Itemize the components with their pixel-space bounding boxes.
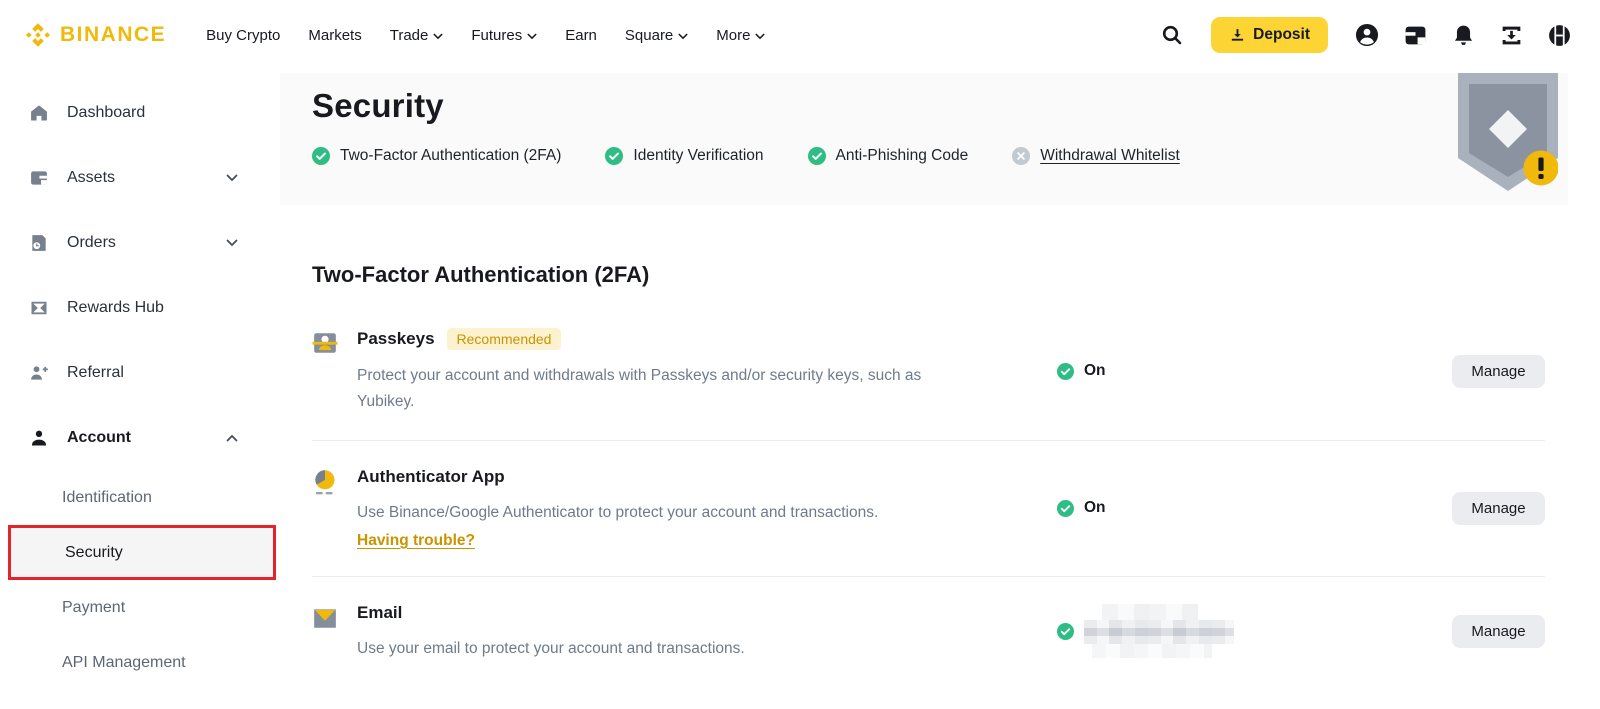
sidebar: Dashboard Assets Orders Rewards Hub Refe… [0, 70, 276, 709]
chevron-down-icon [226, 174, 238, 182]
app-download-icon[interactable] [1494, 18, 1528, 52]
redacted-email-value [1084, 603, 1234, 658]
nav-trade[interactable]: Trade [376, 17, 458, 54]
main-content: Security Two-Factor Authentication (2FA)… [272, 70, 1600, 709]
chevron-down-icon [678, 33, 688, 40]
nav-futures[interactable]: Futures [457, 17, 551, 54]
manage-email-button[interactable]: Manage [1452, 615, 1545, 649]
check-circle-icon [1057, 623, 1074, 641]
sidebar-item-assets[interactable]: Assets [0, 145, 272, 210]
section-heading: Two-Factor Authentication (2FA) [312, 262, 650, 287]
chevron-down-icon [527, 33, 537, 40]
wallet-icon[interactable] [1398, 18, 1432, 52]
search-icon[interactable] [1155, 18, 1189, 52]
row-title: Email [357, 602, 403, 622]
chevron-down-icon [433, 33, 443, 40]
referral-icon [28, 362, 50, 384]
recommended-badge: Recommended [446, 328, 562, 350]
sidebar-item-rewards-hub[interactable]: Rewards Hub [0, 275, 272, 340]
orders-icon [28, 232, 50, 254]
sidebar-item-identification[interactable]: Identification [0, 470, 272, 525]
status-identity-verification[interactable]: Identity Verification [605, 147, 764, 165]
row-description: Use your email to protect your account a… [357, 639, 745, 657]
row-status [1057, 603, 1445, 658]
row-description: Protect your account and withdrawals wit… [357, 367, 922, 410]
row-passkeys: Passkeys Recommended Protect your accoun… [312, 302, 1545, 442]
row-authenticator-app: Authenticator App Use Binance/Google Aut… [312, 441, 1545, 577]
manage-authenticator-button[interactable]: Manage [1452, 491, 1545, 525]
two-factor-section: Two-Factor Authentication (2FA) Passkeys… [272, 262, 1600, 687]
deposit-icon [1229, 27, 1246, 44]
deposit-button[interactable]: Deposit [1211, 17, 1328, 53]
check-circle-icon [605, 147, 624, 165]
account-icon [28, 427, 50, 449]
sidebar-item-api-management[interactable]: API Management [0, 635, 272, 690]
chevron-down-icon [226, 239, 238, 247]
top-navigation-bar: BINANCE Buy Crypto Markets Trade Futures… [0, 0, 1600, 70]
row-content: Authenticator App Use Binance/Google Aut… [357, 467, 1057, 550]
sidebar-item-account[interactable]: Account [0, 405, 272, 470]
check-circle-icon [807, 147, 826, 165]
page-title: Security [312, 87, 444, 124]
status-2fa[interactable]: Two-Factor Authentication (2FA) [312, 147, 561, 165]
chevron-up-icon [226, 434, 238, 442]
sidebar-item-referral[interactable]: Referral [0, 340, 272, 405]
status-anti-phishing-code[interactable]: Anti-Phishing Code [807, 147, 968, 165]
manage-passkeys-button[interactable]: Manage [1452, 354, 1545, 388]
nav-earn[interactable]: Earn [551, 17, 611, 54]
sidebar-item-security[interactable]: Security [8, 525, 276, 580]
nav-buy-crypto[interactable]: Buy Crypto [192, 17, 294, 54]
row-content: Passkeys Recommended Protect your accoun… [357, 328, 1057, 414]
row-title: Passkeys [357, 329, 435, 348]
assets-wallet-icon [28, 167, 50, 189]
having-trouble-link[interactable]: Having trouble? [357, 532, 475, 550]
x-circle-icon [1012, 147, 1031, 165]
row-description: Use Binance/Google Authenticator to prot… [357, 504, 879, 522]
binance-logo[interactable]: BINANCE [24, 21, 166, 49]
nav-more[interactable]: More [702, 17, 779, 54]
rewards-icon [28, 297, 50, 319]
sidebar-item-payment[interactable]: Payment [0, 580, 272, 635]
check-circle-icon [312, 147, 330, 165]
brand-name: BINANCE [60, 23, 167, 46]
row-status: On [1057, 362, 1445, 380]
check-circle-icon [1057, 362, 1074, 380]
security-header-panel: Security Two-Factor Authentication (2FA)… [280, 73, 1568, 205]
sidebar-item-dashboard[interactable]: Dashboard [0, 80, 272, 145]
security-status-row: Two-Factor Authentication (2FA) Identity… [312, 147, 1568, 165]
home-icon [28, 102, 50, 124]
row-status: On [1057, 499, 1445, 517]
security-shield-graphic [1458, 73, 1558, 193]
row-email: Email Use your email to protect your acc… [312, 577, 1545, 688]
passkey-icon [312, 330, 338, 356]
authenticator-icon [312, 469, 338, 495]
profile-icon[interactable] [1350, 18, 1384, 52]
sidebar-item-orders[interactable]: Orders [0, 210, 272, 275]
nav-markets[interactable]: Markets [294, 17, 375, 54]
bell-icon[interactable] [1446, 18, 1480, 52]
status-withdrawal-whitelist[interactable]: Withdrawal Whitelist [1012, 147, 1180, 165]
row-title: Authenticator App [357, 467, 505, 487]
binance-logo-icon [24, 21, 52, 49]
main-nav: Buy Crypto Markets Trade Futures Earn Sq… [192, 17, 779, 54]
row-content: Email Use your email to protect your acc… [357, 603, 1057, 662]
globe-icon[interactable] [1542, 18, 1576, 52]
check-circle-icon [1057, 499, 1074, 517]
chevron-down-icon [755, 33, 765, 40]
topbar-actions: Deposit [1155, 17, 1576, 53]
email-icon [312, 605, 338, 631]
nav-square[interactable]: Square [611, 17, 702, 54]
